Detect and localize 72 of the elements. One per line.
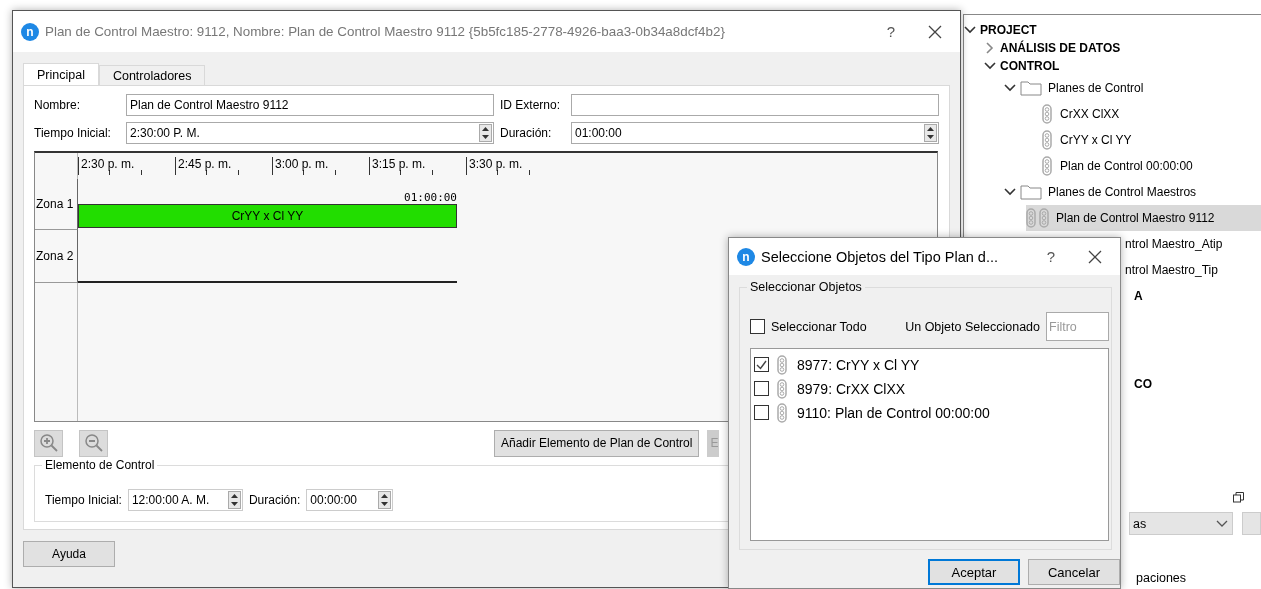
traffic-light-icon — [1042, 156, 1052, 176]
chevron-down-icon — [1004, 82, 1016, 94]
checkbox[interactable] — [754, 357, 769, 373]
tree-item[interactable]: CrXX ClXX — [1026, 101, 1261, 127]
field-label: Tiempo Inicial: — [34, 126, 112, 140]
window-title: Seleccione Objetos del Tipo Plan d... — [761, 248, 999, 265]
chevron-down-icon — [1216, 519, 1229, 528]
spinner-arrows-icon — [924, 124, 937, 142]
chevron-down-icon — [984, 60, 996, 72]
tab[interactable]: Controladores — [98, 65, 206, 85]
external-id-field[interactable] — [571, 94, 939, 116]
help-button[interactable]: ? — [1028, 248, 1074, 265]
panel-text: paciones — [1136, 571, 1188, 585]
tree-item[interactable]: PROJECT — [964, 21, 1261, 39]
list-item[interactable]: 8977: CrYY x Cl YY — [797, 356, 920, 373]
tab[interactable]: Principal — [23, 63, 99, 85]
duration-field[interactable]: 01:00:00 — [571, 122, 939, 144]
app-logo: n — [21, 22, 39, 41]
tree-item[interactable]: Planes de Control Maestros — [1004, 179, 1261, 205]
field-label: Duración: — [248, 492, 301, 507]
spinner-arrows-icon — [227, 490, 241, 509]
checkbox[interactable] — [754, 381, 769, 397]
group-title: Elemento de Control — [42, 458, 158, 472]
dialog-button[interactable]: Cancelar — [1028, 559, 1120, 585]
tree-item[interactable]: Plan de Control Maestro 9112 — [1026, 205, 1261, 231]
tree-item[interactable]: CrYY x Cl YY — [1026, 127, 1261, 153]
window-title: Plan de Control Maestro: 9112, Nombre: Plan de Control Maestro 9112 {5b5fc185-2778-4926-baa3-0b34a8dcf4b2} — [45, 24, 726, 39]
filter-field[interactable]: Filtro — [1046, 312, 1109, 342]
restore-window-icon — [1233, 492, 1244, 503]
dialog-button[interactable]: Aceptar — [928, 559, 1020, 585]
name-field[interactable]: Plan de Control Maestro 9112 — [126, 94, 494, 116]
traffic-lights-icon — [1026, 208, 1050, 228]
zoom-in-button[interactable] — [34, 429, 63, 457]
app-logo: n — [737, 247, 755, 266]
close-icon[interactable] — [1088, 249, 1102, 264]
field-label: Nombre: — [34, 98, 81, 112]
spinner-arrows-icon — [378, 490, 392, 509]
list-item[interactable]: 8979: CrXX ClXX — [797, 380, 906, 397]
traffic-light-icon — [777, 402, 787, 423]
add-element-button[interactable]: Añadir Elemento de Plan de Control — [494, 429, 700, 457]
help-button[interactable]: ? — [868, 23, 914, 40]
checkbox-label: Seleccionar Todo — [771, 319, 867, 334]
zoom-out-button[interactable] — [79, 429, 108, 457]
start-time-field[interactable]: 2:30:00 P. M. — [126, 122, 494, 144]
tree-item[interactable]: Planes de Control — [1004, 75, 1261, 101]
traffic-light-icon — [1042, 130, 1052, 150]
chevron-down-icon — [1004, 186, 1016, 198]
spinner-arrows-icon — [479, 124, 492, 142]
chevron-right-icon — [984, 42, 996, 54]
traffic-light-icon — [777, 378, 787, 399]
folder-icon — [1020, 184, 1042, 200]
tree-item[interactable]: ANÁLISIS DE DATOS — [984, 39, 1261, 57]
tree-item[interactable]: CONTROL — [984, 57, 1261, 75]
traffic-light-icon — [777, 354, 787, 375]
field-label: Tiempo Inicial: — [45, 492, 122, 507]
plan-bar[interactable]: CrYY x Cl YY — [78, 204, 457, 228]
help-button[interactable]: Ayuda — [23, 541, 115, 567]
dropdown[interactable]: as — [1129, 512, 1234, 535]
checkbox[interactable] — [754, 405, 769, 421]
checkbox[interactable] — [750, 319, 765, 335]
folder-icon — [1020, 80, 1042, 96]
tree-item[interactable]: Plan de Control 00:00:00 — [1026, 153, 1261, 179]
field-label: ID Externo: — [500, 98, 562, 112]
chevron-down-icon — [964, 24, 976, 36]
close-icon[interactable] — [928, 24, 942, 39]
zone-label: Zona 2 — [35, 230, 78, 283]
duration-label: 01:00:00 — [403, 191, 457, 204]
selection-count: Un Objeto Seleccionado — [905, 319, 1040, 334]
list-item[interactable]: 9110: Plan de Control 00:00:00 — [797, 404, 990, 421]
group-title: Seleccionar Objetos — [747, 280, 865, 294]
field-label: Duración: — [500, 126, 553, 140]
traffic-light-icon — [1042, 104, 1052, 124]
